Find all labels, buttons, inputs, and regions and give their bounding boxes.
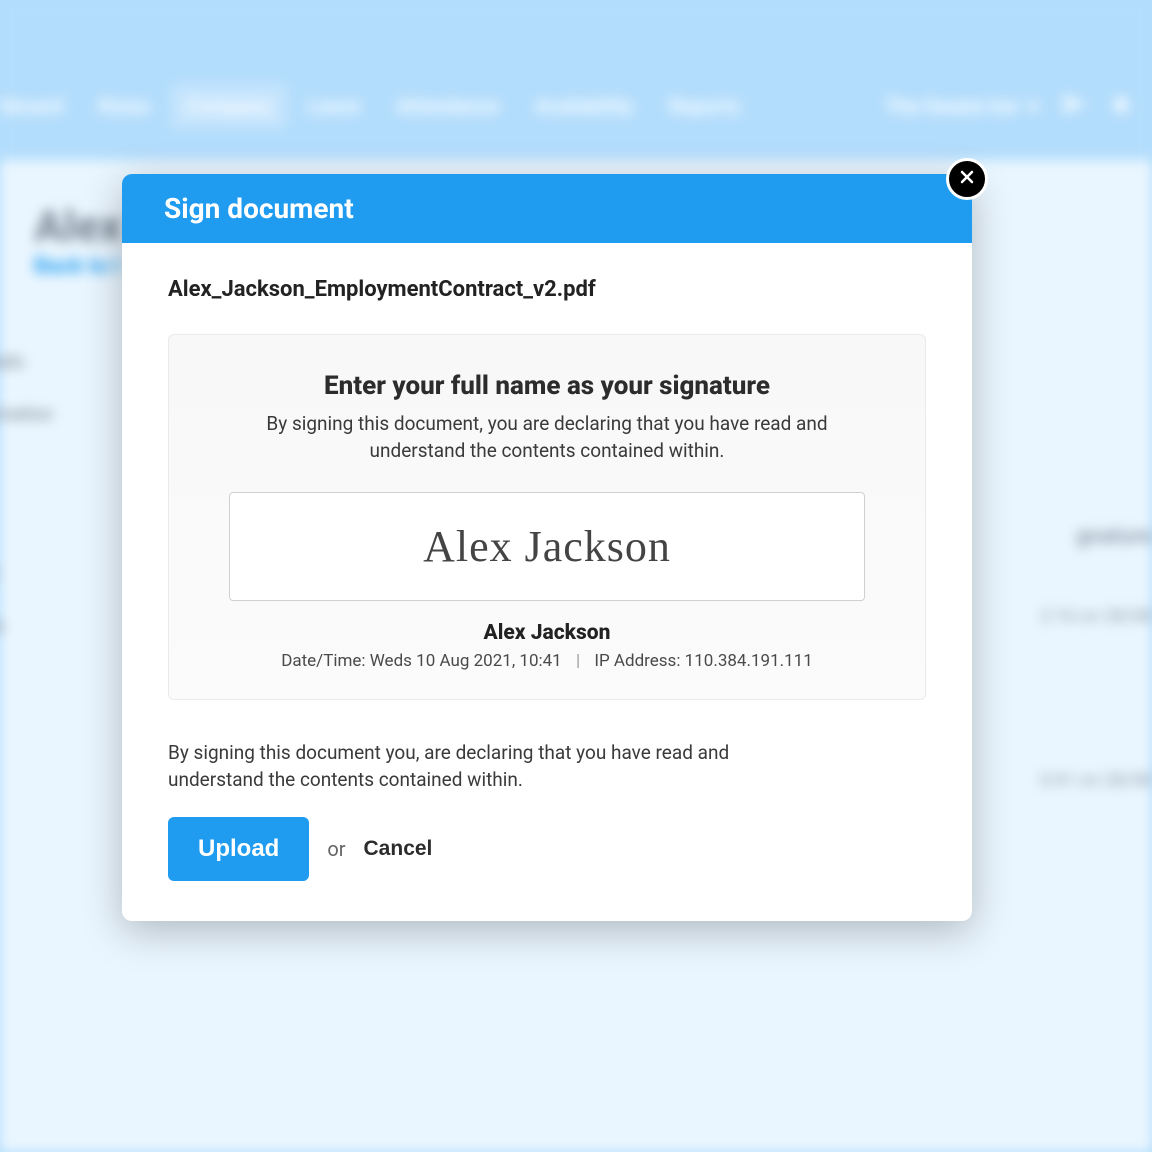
- bg-text: 2:16 on 28/08: [1040, 606, 1152, 627]
- confirmed-name: Alex Jackson: [229, 621, 865, 645]
- meta-separator: |: [576, 651, 580, 671]
- signature-meta: Date/Time: Weds 10 Aug 2021, 10:41 | IP …: [229, 651, 865, 671]
- document-filename: Alex_Jackson_EmploymentContract_v2.pdf: [168, 277, 926, 302]
- signature-heading: Enter your full name as your signature: [229, 371, 865, 401]
- send-icon[interactable]: [1062, 92, 1086, 120]
- sign-document-modal: Sign document Alex_Jackson_EmploymentCon…: [122, 174, 972, 921]
- signature-panel: Enter your full name as your signature B…: [168, 334, 926, 700]
- back-link[interactable]: Back to l: [34, 254, 119, 279]
- nav-item-reports[interactable]: Reports: [653, 84, 756, 128]
- sidebar-item[interactable]: rmation: [0, 404, 53, 425]
- sidebar-item[interactable]: tails: [0, 352, 24, 373]
- disclaimer-text: By signing this document you, are declar…: [168, 740, 808, 793]
- ip-value: 110.384.191.111: [685, 651, 813, 671]
- signature-subtext: By signing this document, you are declar…: [229, 411, 865, 464]
- chevron-down-icon: ▾: [1028, 94, 1038, 118]
- nav-item-availability[interactable]: Availability: [519, 84, 649, 128]
- or-label: or: [327, 837, 345, 861]
- bg-text: 0:41 on 28/08: [1040, 770, 1152, 791]
- datetime-label: Date/Time:: [281, 651, 365, 671]
- venue-selector[interactable]: The Swann Inn ▾: [885, 94, 1038, 118]
- datetime-value: Weds 10 Aug 2021, 10:41: [370, 651, 562, 671]
- venue-name: The Swann Inn: [885, 94, 1018, 118]
- modal-title: Sign document: [122, 174, 972, 243]
- nav-item-company[interactable]: Company: [171, 84, 288, 128]
- top-navbar: hboard Rotas Company Leave Attendance Av…: [0, 80, 1152, 132]
- close-button[interactable]: [946, 158, 988, 200]
- upload-button[interactable]: Upload: [168, 817, 309, 881]
- sidebar-item[interactable]: le: [0, 616, 4, 637]
- cancel-button[interactable]: Cancel: [364, 837, 433, 861]
- close-icon: [957, 167, 977, 191]
- signature-input[interactable]: [229, 492, 865, 601]
- bell-icon[interactable]: [1110, 93, 1132, 119]
- nav-items: hboard Rotas Company Leave Attendance Av…: [0, 84, 756, 128]
- nav-item-dashboard[interactable]: hboard: [0, 84, 79, 128]
- ip-label: IP Address:: [594, 651, 680, 671]
- nav-item-attendance[interactable]: Attendance: [380, 84, 515, 128]
- nav-item-leave[interactable]: Leave: [291, 84, 376, 128]
- modal-actions: Upload or Cancel: [168, 817, 926, 881]
- nav-item-rotas[interactable]: Rotas: [83, 84, 167, 128]
- bg-text: gnature: [1076, 524, 1152, 549]
